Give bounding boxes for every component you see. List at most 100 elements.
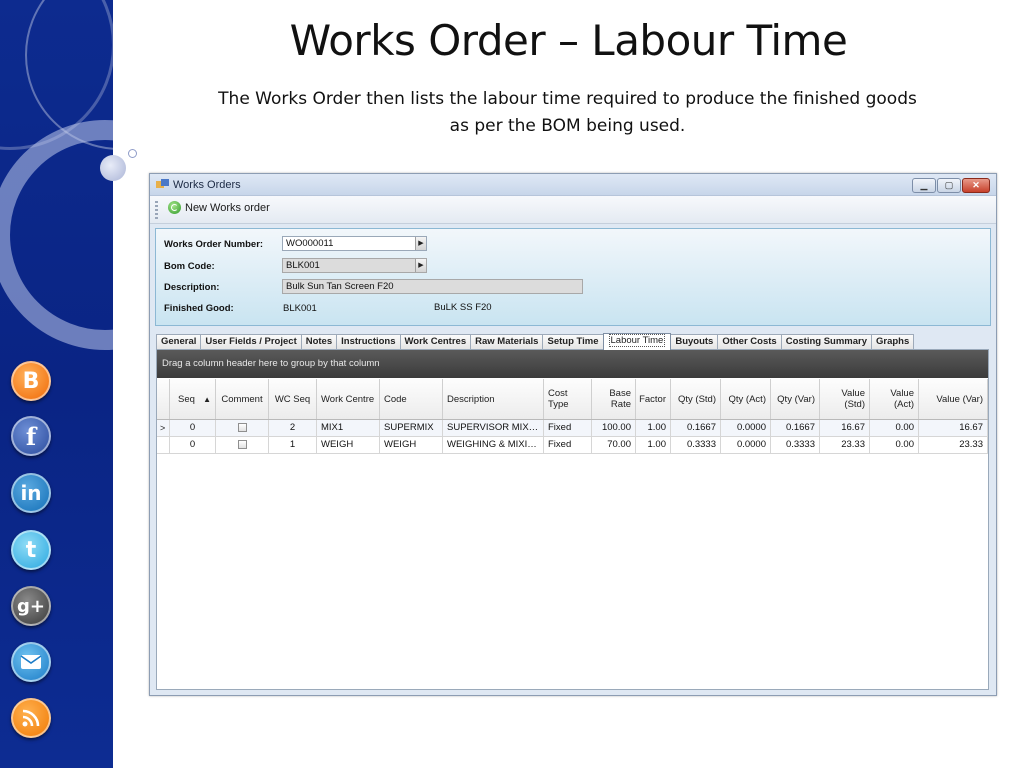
finished-good-description: BuLK SS F20 [434,302,492,313]
email-icon[interactable] [11,642,51,682]
description-value: Bulk Sun Tan Screen F20 [286,281,394,292]
linkedin-icon[interactable]: in [11,473,51,513]
window-titlebar[interactable]: Works Orders ▁ ▢ ✕ [150,174,996,196]
cell-value-std[interactable]: 23.33 [820,437,870,453]
comment-checkbox[interactable] [237,422,247,432]
finished-good-label: Finished Good: [164,303,234,314]
tab-notes[interactable]: Notes [300,334,338,350]
column-header-qty-var[interactable]: Qty (Var) [771,379,820,419]
decorative-dot [128,149,137,158]
column-header-comment[interactable]: Comment [216,379,269,419]
column-header-qty-std[interactable]: Qty (Std) [671,379,721,419]
tab-buyouts[interactable]: Buyouts [670,334,719,350]
tab-setup-time[interactable]: Setup Time [542,334,604,350]
cell-code[interactable]: SUPERMIX [380,420,443,436]
cell-qty-std[interactable]: 0.1667 [671,420,721,436]
cell-qty-var[interactable]: 0.3333 [771,437,820,453]
column-header-description[interactable]: Description [443,379,544,419]
rss-icon[interactable] [11,698,51,738]
new-works-order-button[interactable]: New Works order [168,201,270,214]
cell-qty-act[interactable]: 0.0000 [721,437,771,453]
column-header-cost-type[interactable]: Cost Type [544,379,592,419]
cell-qty-var[interactable]: 0.1667 [771,420,820,436]
blogger-icon[interactable]: B [11,361,51,401]
works-orders-window: Works Orders ▁ ▢ ✕ New Works order Works… [149,173,997,696]
row-indicator: > [157,420,170,436]
finished-good-code: BLK001 [283,303,317,314]
cell-base-rate[interactable]: 100.00 [592,420,636,436]
description-field[interactable]: Bulk Sun Tan Screen F20 [282,279,583,294]
cell-comment[interactable] [216,420,269,436]
toolbar-grip[interactable] [155,201,158,219]
cell-qty-act[interactable]: 0.0000 [721,420,771,436]
column-header-label: Seq [178,393,195,405]
maximize-button[interactable]: ▢ [937,178,961,193]
table-row[interactable]: 0 1 WEIGH WEIGH WEIGHING & MIXING ... Fi… [157,437,988,454]
cell-cost-type[interactable]: Fixed [544,420,592,436]
cell-work-centre[interactable]: MIX1 [317,420,380,436]
subtitle-line: The Works Order then lists the labour ti… [218,89,917,109]
cell-base-rate[interactable]: 70.00 [592,437,636,453]
cell-factor[interactable]: 1.00 [636,437,671,453]
cell-wc-seq[interactable]: 1 [269,437,317,453]
cell-value-std[interactable]: 16.67 [820,420,870,436]
window-title: Works Orders [173,179,241,191]
tab-labour-time[interactable]: Labour Time [602,333,672,350]
app-icon [156,179,169,188]
cell-seq[interactable]: 0 [170,420,216,436]
group-by-area[interactable]: Drag a column header here to group by th… [157,350,988,378]
column-header-label: Value (Std) [841,388,865,410]
column-header-seq[interactable]: Seq ▲ [170,379,216,419]
cell-cost-type[interactable]: Fixed [544,437,592,453]
facebook-icon[interactable]: f [11,416,51,456]
column-header-value-act[interactable]: Value (Act) [870,379,919,419]
bom-code-select[interactable]: BLK001 ▶ [282,258,427,273]
cell-seq[interactable]: 0 [170,437,216,453]
tab-graphs[interactable]: Graphs [871,334,915,350]
column-header-label: Base Rate [609,388,631,410]
cell-description[interactable]: WEIGHING & MIXING ... [443,437,544,453]
works-order-number-select[interactable]: WO000011 ▶ [282,236,427,251]
cell-value-var[interactable]: 23.33 [919,437,988,453]
tab-other-costs[interactable]: Other Costs [717,334,782,350]
tab-costing-summary[interactable]: Costing Summary [780,334,872,350]
works-order-header-panel: Works Order Number: WO000011 ▶ Bom Code:… [155,228,991,326]
google-plus-icon[interactable]: g+ [11,586,51,626]
cell-value-act[interactable]: 0.00 [870,437,919,453]
row-indicator-header [157,379,170,419]
column-header-qty-act[interactable]: Qty (Act) [721,379,771,419]
cell-qty-std[interactable]: 0.3333 [671,437,721,453]
comment-checkbox[interactable] [237,439,247,449]
cell-code[interactable]: WEIGH [380,437,443,453]
column-header-work-centre[interactable]: Work Centre [317,379,380,419]
table-row[interactable]: > 0 2 MIX1 SUPERMIX SUPERVISOR MIXING Fi… [157,420,988,437]
column-header-factor[interactable]: Factor [636,379,671,419]
column-header-base-rate[interactable]: Base Rate [592,379,636,419]
tab-instructions[interactable]: Instructions [336,334,401,350]
column-header-wc-seq[interactable]: WC Seq [269,379,317,419]
tab-work-centres[interactable]: Work Centres [399,334,472,350]
tab-user-fields-project[interactable]: User Fields / Project [200,334,302,350]
cell-wc-seq[interactable]: 2 [269,420,317,436]
column-header-code[interactable]: Code [380,379,443,419]
tab-general[interactable]: General [156,334,202,350]
minimize-button[interactable]: ▁ [912,178,936,193]
cell-work-centre[interactable]: WEIGH [317,437,380,453]
close-button[interactable]: ✕ [962,178,990,193]
cell-description[interactable]: SUPERVISOR MIXING [443,420,544,436]
works-order-number-label: Works Order Number: [164,239,264,250]
column-header-value-var[interactable]: Value (Var) [919,379,988,419]
column-header-label: Value (Act) [890,388,914,410]
tab-raw-materials[interactable]: Raw Materials [470,334,544,350]
cell-comment[interactable] [216,437,269,453]
cell-value-var[interactable]: 16.67 [919,420,988,436]
column-header-value-std[interactable]: Value (Std) [820,379,870,419]
decorative-dot [100,155,126,181]
dropdown-arrow-icon[interactable]: ▶ [415,259,426,272]
bom-code-value: BLK001 [286,260,320,271]
row-indicator [157,437,170,453]
cell-value-act[interactable]: 0.00 [870,420,919,436]
dropdown-arrow-icon[interactable]: ▶ [415,237,426,250]
twitter-icon[interactable]: t [11,530,51,570]
cell-factor[interactable]: 1.00 [636,420,671,436]
